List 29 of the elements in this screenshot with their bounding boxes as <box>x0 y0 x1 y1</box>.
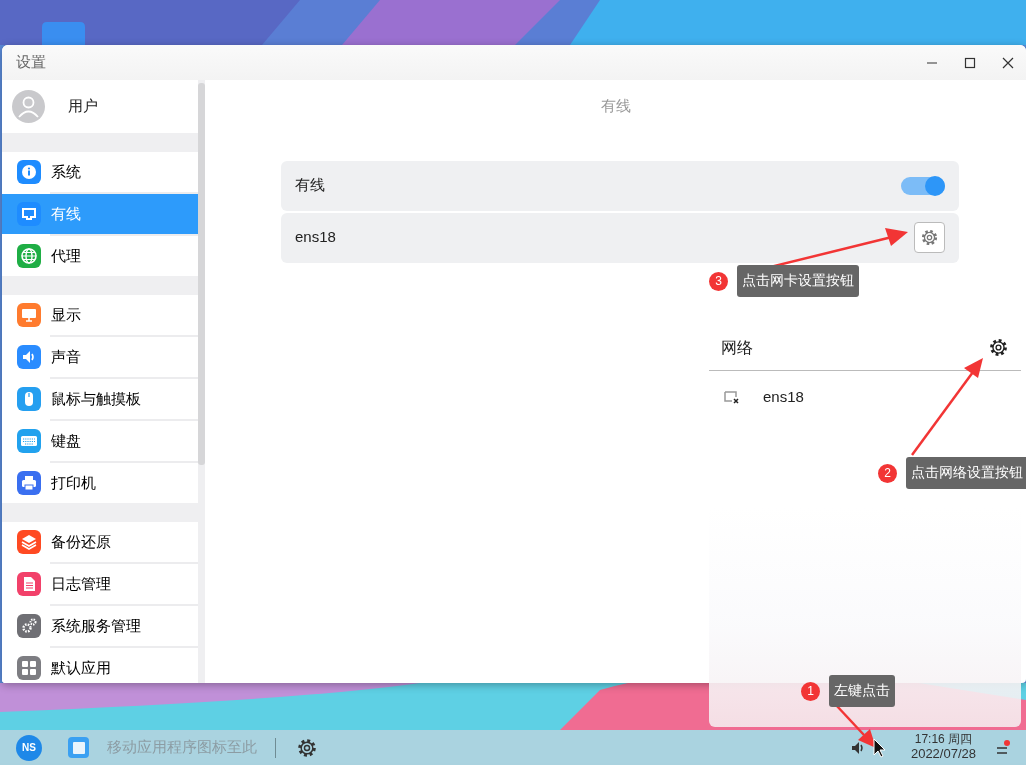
settings-button[interactable] <box>988 337 1009 358</box>
toggle-switch[interactable] <box>901 176 945 195</box>
close-icon <box>1002 56 1014 69</box>
speaker-icon[interactable] <box>850 740 865 755</box>
callout-label: 点击网络设置按钮 <box>906 457 1026 490</box>
taskbar-hint: 移动应用程序图标至此 <box>107 737 257 758</box>
disconnected-network-icon <box>724 390 739 404</box>
row-label: 有线 <box>295 175 325 196</box>
pointer-arrow <box>835 704 876 748</box>
clock[interactable]: 17:16 周四 2022/07/28 <box>910 733 976 762</box>
scrollbar[interactable] <box>198 83 205 465</box>
adapter-name: ens18 <box>295 227 336 248</box>
mouse-pointer-icon <box>873 738 886 758</box>
avatar-icon <box>12 90 45 123</box>
gear-icon <box>920 228 939 247</box>
window-title: 设置 <box>16 52 46 73</box>
settings-icon[interactable] <box>296 736 318 759</box>
page-title: 有线 <box>599 96 632 116</box>
window-switcher-icon[interactable] <box>68 737 89 758</box>
panel-title: 网络 <box>721 337 753 358</box>
callout-label: 点击网卡设置按钮 <box>737 265 859 298</box>
user-name[interactable]: 用户 <box>68 95 98 118</box>
callout-label: 左键点击 <box>829 675 895 708</box>
notification-icon[interactable] <box>996 739 1010 756</box>
launcher-logo[interactable]: NS <box>16 734 42 761</box>
gear-icon <box>988 337 1009 358</box>
maximize-icon <box>964 56 976 69</box>
device-item[interactable]: ens18 <box>709 371 1021 423</box>
gear-icon <box>296 736 318 759</box>
